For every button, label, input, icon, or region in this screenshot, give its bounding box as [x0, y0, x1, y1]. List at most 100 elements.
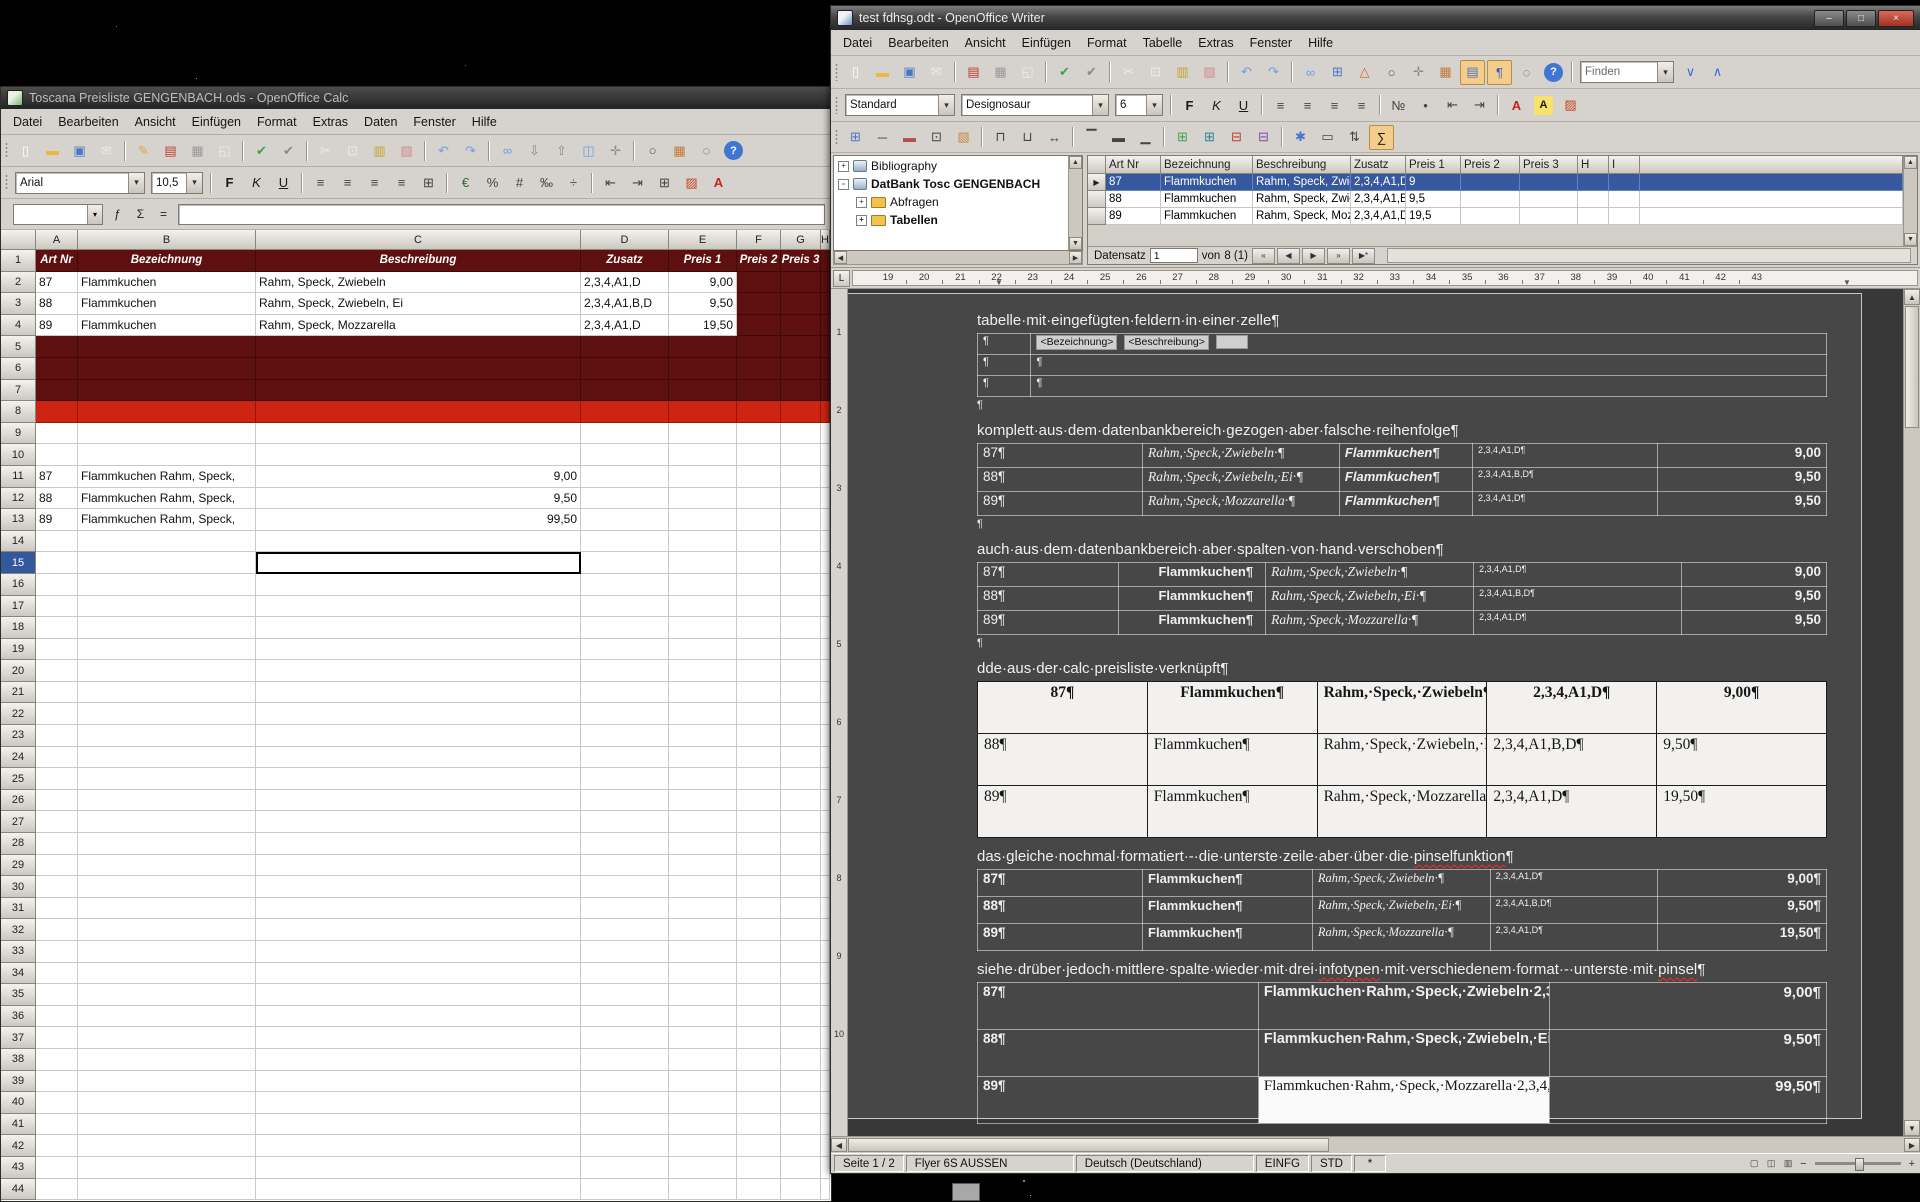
- tree-item-tabellen[interactable]: +Tabellen: [834, 211, 1068, 229]
- scroll-up-icon[interactable]: ▲: [1904, 156, 1917, 169]
- row-header-30[interactable]: 30: [1, 876, 36, 898]
- cell-G44[interactable]: [781, 1179, 821, 1201]
- calc-increase-indent-icon[interactable]: ⇥: [625, 170, 650, 195]
- cell-A41[interactable]: [36, 1114, 78, 1136]
- writer-paragraph-style-combo[interactable]: Standard▾: [845, 94, 955, 116]
- cell-G12[interactable]: [781, 488, 821, 510]
- table-cell[interactable]: 9,50: [1657, 468, 1826, 492]
- paragraph[interactable]: auch·aus·dem·datenbankbereich·aber·spalt…: [977, 540, 1826, 559]
- cell-A32[interactable]: [36, 919, 78, 941]
- table-cell[interactable]: 9,00¶: [1657, 870, 1826, 897]
- calc-print-file-icon[interactable]: ▦: [185, 138, 210, 163]
- cell-B2[interactable]: Flammkuchen: [78, 272, 256, 294]
- calc-number-format-standard-icon[interactable]: #: [507, 170, 532, 195]
- cell-G43[interactable]: [781, 1157, 821, 1179]
- cell-G17[interactable]: [781, 596, 821, 618]
- cell-H19[interactable]: [821, 639, 830, 661]
- cell-B20[interactable]: [78, 660, 256, 682]
- cell-B36[interactable]: [78, 1006, 256, 1028]
- cell-G22[interactable]: [781, 703, 821, 725]
- cell-D10[interactable]: [581, 444, 669, 466]
- calc-number-format-percent-icon[interactable]: %: [480, 170, 505, 195]
- calc-insert-chart-icon[interactable]: ◫: [576, 138, 601, 163]
- calc-edit-file-icon[interactable]: ✎: [131, 138, 156, 163]
- cell-C15[interactable]: [256, 552, 581, 574]
- cell-C24[interactable]: [256, 747, 581, 769]
- cell-G21[interactable]: [781, 682, 821, 704]
- cell-H3[interactable]: [821, 293, 830, 315]
- writer-menu-ansicht[interactable]: Ansicht: [957, 33, 1014, 53]
- writer-borders-icon[interactable]: ⊡: [924, 125, 949, 150]
- writer-font-size-combo[interactable]: 6▾: [1115, 94, 1163, 116]
- writer-menu-extras[interactable]: Extras: [1190, 33, 1241, 53]
- table-cell[interactable]: Flammkuchen·Rahm,·Speck,·Zwiebeln·2,3,4,…: [1258, 983, 1549, 1030]
- cell-H27[interactable]: [821, 811, 830, 833]
- cell-E11[interactable]: [669, 466, 737, 488]
- table-cell[interactable]: 2,3,4,A1,B,D¶: [1473, 468, 1658, 492]
- cell-A27[interactable]: [36, 811, 78, 833]
- table-cell[interactable]: 89¶: [978, 1077, 1259, 1124]
- cell-E33[interactable]: [669, 941, 737, 963]
- calc-bold-icon[interactable]: F: [217, 170, 242, 195]
- expand-icon[interactable]: +: [856, 215, 867, 226]
- row-header-31[interactable]: 31: [1, 898, 36, 920]
- cell-A13[interactable]: 89: [36, 509, 78, 531]
- cell-H37[interactable]: [821, 1027, 830, 1049]
- table-cell[interactable]: Flammkuchen¶: [1143, 870, 1313, 897]
- writer-menu-bearbeiten[interactable]: Bearbeiten: [880, 33, 956, 53]
- row-header-42[interactable]: 42: [1, 1135, 36, 1157]
- column-header-B[interactable]: B: [78, 230, 256, 250]
- cell-C13[interactable]: 99,50: [256, 509, 581, 531]
- cell-C16[interactable]: [256, 574, 581, 596]
- table-cell[interactable]: Flammkuchen¶: [1339, 492, 1472, 516]
- calc-decrease-indent-icon[interactable]: ⇤: [598, 170, 623, 195]
- cell-B27[interactable]: [78, 811, 256, 833]
- calc-menu-extras[interactable]: Extras: [305, 112, 356, 132]
- row-header-38[interactable]: 38: [1, 1049, 36, 1071]
- row-header-3[interactable]: 3: [1, 293, 36, 315]
- cell-E13[interactable]: [669, 509, 737, 531]
- doc-table-t1[interactable]: 87¶Rahm,·Speck,·Zwiebeln·¶Flammkuchen¶2,…: [977, 443, 1827, 516]
- row-header-2[interactable]: 2: [1, 272, 36, 294]
- cell-D4[interactable]: 2,3,4,A1,D: [581, 315, 669, 337]
- cell-F3[interactable]: [737, 293, 781, 315]
- calc-document-as-email-icon[interactable]: ✉: [94, 138, 119, 163]
- grid-column-header-i[interactable]: I: [1609, 156, 1640, 174]
- cell-H23[interactable]: [821, 725, 830, 747]
- cell-A12[interactable]: 88: [36, 488, 78, 510]
- cell-F39[interactable]: [737, 1071, 781, 1093]
- writer-sum-icon[interactable]: ∑: [1369, 125, 1394, 150]
- table-cell[interactable]: 89¶: [978, 924, 1143, 951]
- grid-cell[interactable]: 2,3,4,A1,B,D: [1351, 191, 1406, 208]
- grid-cell[interactable]: [1609, 208, 1640, 225]
- cell-E15[interactable]: [669, 552, 737, 574]
- cell-H9[interactable]: [821, 423, 830, 445]
- cell-F28[interactable]: [737, 833, 781, 855]
- cell-H39[interactable]: [821, 1071, 830, 1093]
- cell-D37[interactable]: [581, 1027, 669, 1049]
- cell-E34[interactable]: [669, 963, 737, 985]
- cell-A14[interactable]: [36, 531, 78, 553]
- cell-D6[interactable]: [581, 358, 669, 380]
- writer-insert-row-icon[interactable]: ⊞: [1170, 125, 1195, 150]
- record-gutter[interactable]: [1088, 208, 1106, 225]
- dropdown-arrow-icon[interactable]: ▾: [186, 173, 202, 193]
- grid-cell[interactable]: [1520, 208, 1578, 225]
- cell-H18[interactable]: [821, 617, 830, 639]
- calc-help-icon[interactable]: ?: [724, 141, 743, 160]
- calc-open-document-icon[interactable]: ▬: [40, 138, 65, 163]
- grid-cell[interactable]: 19,5: [1406, 208, 1461, 225]
- cell-F10[interactable]: [737, 444, 781, 466]
- cell-H43[interactable]: [821, 1157, 830, 1179]
- cell-A20[interactable]: [36, 660, 78, 682]
- cell-E14[interactable]: [669, 531, 737, 553]
- cell-C9[interactable]: [256, 423, 581, 445]
- cell-E28[interactable]: [669, 833, 737, 855]
- writer-draw-functions-icon[interactable]: △: [1352, 60, 1377, 85]
- table-cell[interactable]: Flammkuchen¶: [1147, 786, 1317, 838]
- cell-C26[interactable]: [256, 790, 581, 812]
- cell-G25[interactable]: [781, 768, 821, 790]
- cell-F8[interactable]: [737, 401, 781, 423]
- calc-redo-icon[interactable]: ↷: [458, 138, 483, 163]
- cell-H42[interactable]: [821, 1135, 830, 1157]
